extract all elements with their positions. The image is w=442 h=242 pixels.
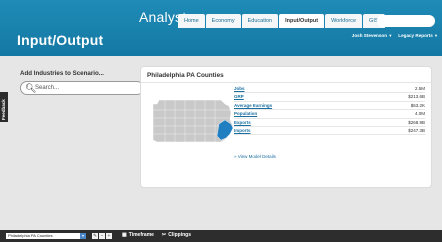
user-menu: Josh Stevenson ▼ Legacy Reports ▼	[352, 33, 438, 38]
metric-link-exports[interactable]: Exports	[234, 120, 251, 125]
nav-tab-input-output[interactable]: Input/Output	[279, 14, 325, 28]
add-region-icon[interactable]: +	[106, 233, 112, 239]
industry-search-input[interactable]: 🔍︎ Search...	[20, 81, 144, 95]
timeframe-button[interactable]: ▦ Timeframe	[122, 232, 154, 238]
metric-row: Average Earnings $63.2K	[234, 102, 425, 111]
calendar-icon: ▦	[122, 232, 127, 238]
app-header: Analyst Home Economy Education Input/Out…	[0, 0, 442, 56]
metric-row: Population 4.0M	[234, 110, 425, 119]
metric-row: Imports $247.3B	[234, 127, 425, 136]
chevron-down-icon[interactable]: ▾	[80, 233, 86, 239]
user-name: Josh Stevenson	[351, 33, 388, 38]
nav-tab-home[interactable]: Home	[178, 14, 205, 28]
metric-row: Jobs 2.5M	[234, 85, 425, 94]
main-nav: Home Economy Education Input/Output Work…	[178, 14, 385, 28]
page-title: Input/Output	[17, 32, 104, 48]
divider	[141, 82, 431, 83]
scissors-icon: ✂	[162, 232, 167, 238]
remove-region-icon[interactable]: −	[99, 233, 105, 239]
metric-value: $247.3B	[408, 127, 425, 133]
metric-row: Exports $268.9B	[234, 119, 425, 127]
clippings-label: Clippings	[168, 232, 191, 238]
metric-row: GRP $213.6B	[234, 93, 425, 102]
region-map	[152, 99, 234, 143]
bottom-toolbar: Philadelphia PA Counties ▾ ✎ − + ▦ Timefr…	[0, 230, 442, 242]
global-search-input[interactable]	[377, 15, 435, 27]
card-title: Philadelphia PA Counties	[147, 72, 224, 79]
nav-tab-education[interactable]: Education	[241, 14, 279, 28]
feedback-tab[interactable]: Feedback	[0, 92, 8, 122]
search-placeholder: Search...	[35, 85, 60, 91]
timeframe-label: Timeframe	[128, 232, 154, 238]
metric-link-grp[interactable]: GRP	[234, 94, 244, 99]
legacy-reports-label: Legacy Reports	[398, 33, 433, 38]
metric-link-average-earnings[interactable]: Average Earnings	[234, 103, 272, 108]
metric-value: 2.5M	[414, 86, 425, 91]
view-model-details-link[interactable]: » View Model Details	[234, 154, 276, 159]
metric-value: 4.0M	[414, 111, 425, 117]
metric-value: $213.6B	[408, 94, 425, 100]
region-select[interactable]: Philadelphia PA Counties	[6, 233, 80, 239]
metrics-list: Jobs 2.5M GRP $213.6B Average Earnings $…	[234, 85, 425, 136]
user-menu-button[interactable]: Josh Stevenson ▼	[352, 33, 392, 38]
metric-link-imports[interactable]: Imports	[234, 128, 251, 133]
nav-tab-economy[interactable]: Economy	[205, 14, 241, 28]
scenario-panel-title: Add Industries to Scenario...	[20, 70, 104, 77]
metric-link-jobs[interactable]: Jobs	[234, 86, 245, 91]
metric-value: $268.9B	[408, 119, 425, 125]
metric-value: $63.2K	[410, 102, 425, 108]
region-overview-card: Philadelphia PA Counties Jobs 2.5M GRP $…	[140, 66, 432, 188]
chevron-down-icon: ▼	[388, 33, 393, 38]
edit-region-icon[interactable]: ✎	[92, 233, 98, 239]
feedback-label: Feedback	[1, 99, 6, 120]
clippings-button[interactable]: ✂ Clippings	[162, 232, 191, 238]
chevron-down-icon: ▼	[434, 33, 438, 38]
scenario-panel: Add Industries to Scenario... 🔍︎ Search.…	[12, 66, 144, 196]
legacy-reports-button[interactable]: Legacy Reports ▼	[398, 33, 438, 38]
nav-tab-workforce[interactable]: Workforce	[325, 14, 363, 28]
metric-link-population[interactable]: Population	[234, 111, 257, 116]
